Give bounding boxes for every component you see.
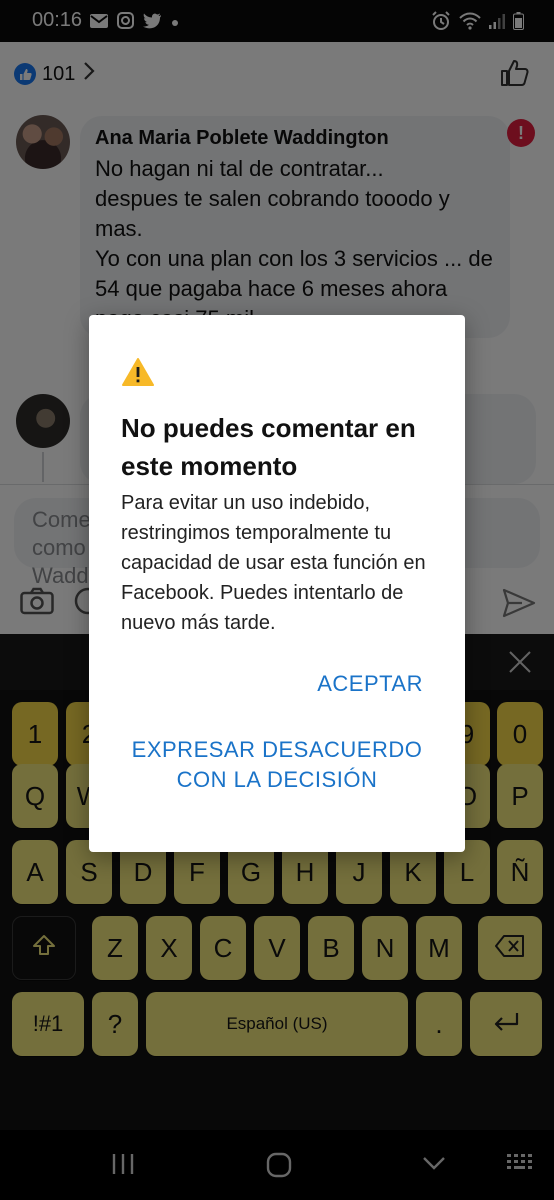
status-bar: 00:16 — [0, 0, 554, 42]
period-key[interactable]: . — [416, 992, 462, 1056]
send-icon[interactable] — [502, 588, 536, 623]
enter-key[interactable] — [470, 992, 542, 1056]
battery-icon — [513, 12, 524, 35]
thread-line — [42, 452, 44, 482]
shift-icon — [32, 933, 56, 964]
key[interactable]: 0 — [497, 702, 543, 766]
enter-icon — [492, 1009, 520, 1040]
instagram-icon — [117, 12, 134, 34]
recents-icon[interactable] — [111, 1152, 135, 1181]
key[interactable]: B — [308, 916, 354, 980]
key[interactable]: C — [200, 916, 246, 980]
wifi-icon — [459, 12, 481, 35]
key[interactable]: 1 — [12, 702, 58, 766]
key[interactable]: N — [362, 916, 408, 980]
avatar[interactable] — [16, 394, 70, 448]
navigation-bar — [0, 1130, 554, 1200]
home-icon[interactable] — [266, 1152, 292, 1183]
key[interactable]: X — [146, 916, 192, 980]
key[interactable]: Z — [92, 916, 138, 980]
backspace-icon — [495, 933, 525, 964]
close-icon[interactable] — [508, 650, 532, 679]
likes-count: 101 — [42, 62, 76, 85]
question-key[interactable]: ? — [92, 992, 138, 1056]
like-reaction-icon — [14, 63, 36, 85]
shift-key[interactable] — [12, 916, 76, 980]
warning-icon — [121, 357, 155, 392]
likes-summary[interactable]: 101 — [14, 60, 95, 88]
key[interactable]: A — [12, 840, 58, 904]
symbols-key[interactable]: !#1 — [12, 992, 84, 1056]
comment-input-placeholder: Comentar como Waddington — [32, 507, 92, 588]
space-key[interactable]: Español (US) — [146, 992, 408, 1056]
key[interactable]: M — [416, 916, 462, 980]
camera-icon[interactable] — [20, 587, 54, 620]
error-icon: ! — [507, 119, 535, 147]
status-time: 00:16 — [32, 9, 83, 31]
twitter-icon — [143, 13, 162, 34]
key[interactable]: Q — [12, 764, 58, 828]
accept-button[interactable]: ACEPTAR — [317, 671, 423, 697]
like-thumb-icon[interactable] — [500, 58, 530, 93]
avatar[interactable] — [16, 115, 70, 169]
backspace-key[interactable] — [478, 916, 542, 980]
key[interactable]: V — [254, 916, 300, 980]
back-chevron-down-icon[interactable] — [422, 1152, 446, 1179]
signal-icon — [489, 13, 505, 34]
chevron-right-icon — [83, 61, 95, 87]
comment-bubble: Ana Maria Poblete Waddington No hagan ni… — [80, 116, 510, 338]
dialog-title: No puedes comentar en este momento — [121, 413, 416, 481]
comment-author[interactable]: Ana Maria Poblete Waddington — [95, 126, 494, 150]
comment-text: No hagan ni tal de contratar... despues … — [95, 156, 493, 331]
dialog-message: Para evitar un uso indebido, restringimo… — [121, 492, 426, 634]
keyboard-switch-icon[interactable] — [506, 1152, 536, 1179]
alarm-icon — [431, 11, 451, 36]
key[interactable]: P — [497, 764, 543, 828]
notification-dot-icon — [171, 14, 179, 32]
mail-icon — [90, 13, 108, 33]
restriction-dialog: No puedes comentar en este momento Para … — [89, 315, 465, 852]
key[interactable]: Ñ — [497, 840, 543, 904]
disagree-decision-button[interactable]: EXPRESAR DESACUERDO CON LA DECISIÓN — [129, 735, 425, 795]
